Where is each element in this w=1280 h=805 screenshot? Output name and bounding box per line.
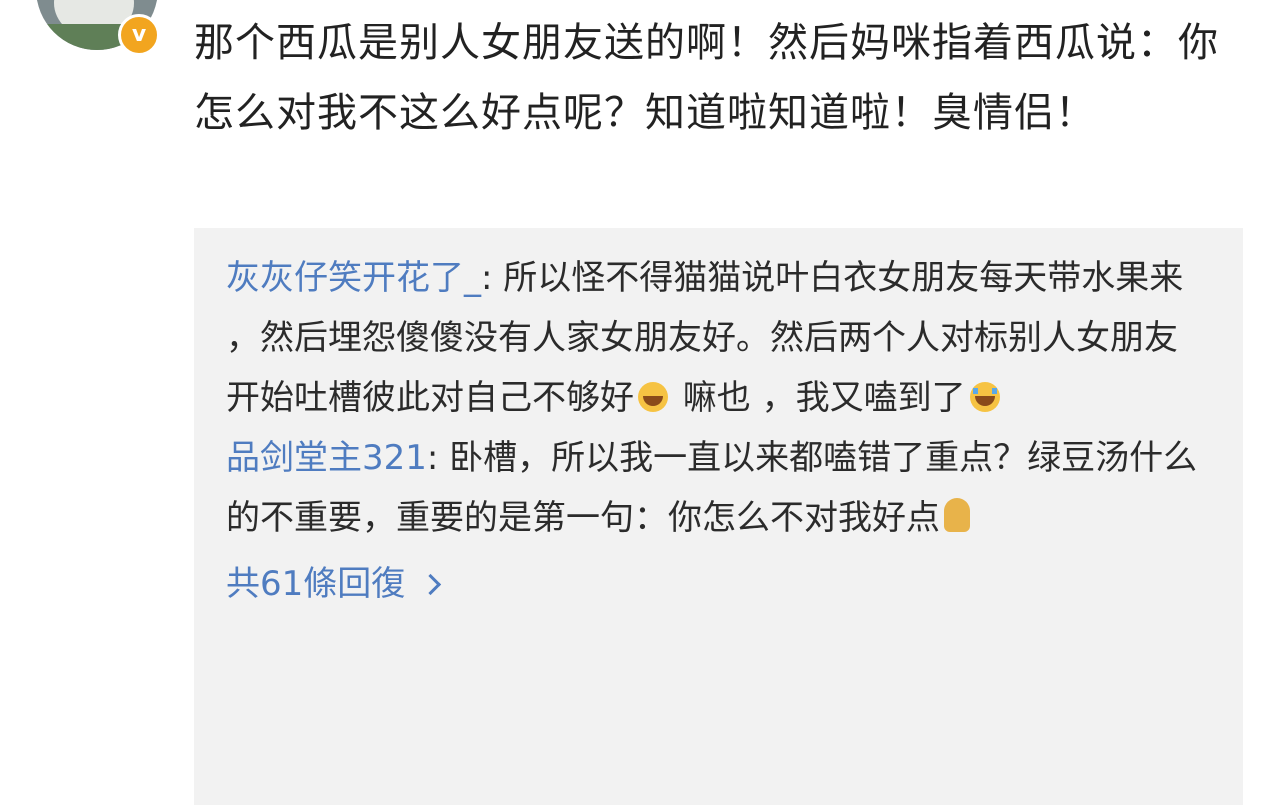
sleepy-emoji-icon [944,498,970,532]
reply-item: 品剑堂主321: 卧槽，所以我一直以来都嗑错了重点？绿豆汤什么的不重要，重要的是… [226,428,1211,548]
comment-screen: v 那个西瓜是别人女朋友送的啊！然后妈咪指着西瓜说：你怎么对我不这么好点呢？知道… [0,0,1280,805]
more-replies-link[interactable]: 共61條回復 [226,554,442,614]
reply-username[interactable]: 品剑堂主321 [226,438,427,478]
comment-text: 那个西瓜是别人女朋友送的啊！然后妈咪指着西瓜说：你怎么对我不这么好点呢？知道啦知… [194,20,1219,136]
reply-box[interactable]: 灰灰仔笑开花了_: 所以怪不得猫猫说叶白衣女朋友每天带水果来 ，然后埋怨傻傻没有… [194,228,1243,805]
verified-badge-icon: v [118,14,160,56]
more-replies-label: 共61條回復 [226,564,406,604]
crying-emoji-icon [969,382,1000,412]
chevron-right-icon [420,573,442,595]
reply-text-continued: 嘛也 ，我又嗑到了 [672,378,966,418]
reply-item: 灰灰仔笑开花了_: 所以怪不得猫猫说叶白衣女朋友每天带水果来 ，然后埋怨傻傻没有… [226,248,1211,428]
reply-list: 灰灰仔笑开花了_: 所以怪不得猫猫说叶白衣女朋友每天带水果来 ，然后埋怨傻傻没有… [226,248,1211,614]
laugh-cry-emoji-icon [638,382,668,412]
reply-username[interactable]: 灰灰仔笑开花了_ [226,258,481,298]
